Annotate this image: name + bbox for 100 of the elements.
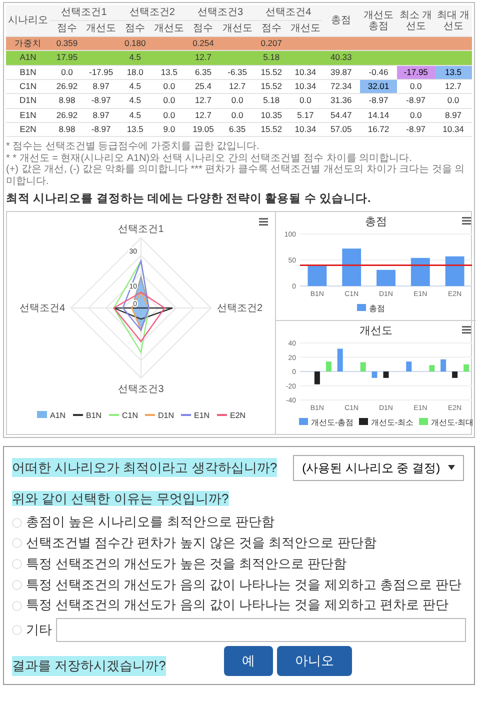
- radio-button[interactable]: [12, 518, 22, 528]
- table-cell: 16.72: [360, 122, 398, 137]
- table-cell: 가중치: [6, 36, 50, 51]
- table-cell: 12.7: [434, 80, 472, 94]
- table-cell: 8.97: [84, 80, 118, 94]
- table-cell: 5.18: [254, 94, 288, 108]
- table-cell: 4.5: [118, 94, 152, 108]
- radio-button[interactable]: [12, 538, 22, 548]
- table-cell: 0.0: [152, 80, 186, 94]
- table-cell: 0.0: [152, 94, 186, 108]
- table-cell: 0.0: [220, 108, 254, 123]
- axis-label: 선택조건3: [118, 384, 164, 395]
- table-cell: 8.98: [50, 122, 84, 137]
- table-cell: 10.34: [288, 80, 322, 94]
- table-cell: B1N: [6, 65, 50, 80]
- table-cell: 15.52: [254, 65, 288, 80]
- table-cell: 12.7: [186, 108, 220, 123]
- caret-icon: [448, 465, 456, 470]
- column-header: 선택조건3: [186, 5, 254, 20]
- table-cell: 13.5: [118, 122, 152, 137]
- chart-label: C1N: [122, 410, 138, 420]
- axis-label: 선택조건1: [118, 224, 164, 235]
- table-cell: 0.0: [152, 108, 186, 123]
- chart-label: E1N: [194, 410, 210, 420]
- table-cell: 0.0: [288, 94, 322, 108]
- axis-label: 선택조건2: [217, 302, 263, 314]
- table-cell: 54.47: [322, 108, 360, 123]
- dropdown[interactable]: (사용된 시나리오 중 결정): [293, 454, 464, 481]
- table-cell: 4.5: [118, 50, 152, 66]
- action-button[interactable]: 아니오: [276, 646, 352, 676]
- table-cell: -8.97: [84, 122, 118, 137]
- column-header: 선택조건4: [254, 5, 322, 20]
- question-text: 어떠한 시나리오가 최적이라고 생각하십니까?: [12, 458, 278, 478]
- table-cell: -6.35: [220, 65, 254, 80]
- question-text: 위와 같이 선택한 이유는 무엇입니까?: [12, 490, 229, 506]
- table-cell: 0.0: [397, 80, 435, 94]
- column-header: 선택조건1: [50, 5, 118, 20]
- table-cell: -8.97: [397, 122, 435, 137]
- text-field[interactable]: [56, 618, 466, 642]
- table-cell: 10.34: [288, 65, 322, 80]
- action-button[interactable]: 예: [224, 646, 273, 676]
- table-cell: C1N: [6, 80, 50, 94]
- table-cell: 5.18: [254, 50, 288, 66]
- radio-button[interactable]: [12, 625, 22, 636]
- column-header: 점수: [186, 20, 220, 36]
- chart-title: 개선도: [360, 324, 392, 337]
- column-header: 점수: [50, 20, 84, 36]
- table-cell: -17.95: [84, 65, 118, 80]
- table-cell: 15.52: [254, 80, 288, 94]
- table-cell: 25.4: [186, 80, 220, 94]
- column-header: 개선도: [220, 20, 254, 36]
- menu-icon: [462, 216, 471, 224]
- table-cell: 0.0: [50, 65, 84, 80]
- footnote: (+) 값은 개선, (-) 값은 악화를 의미합니다 *** 편차가 클수록 선택조건별 개선도의 차이가 크다는 것을 의미합니다.: [6, 164, 466, 188]
- table-cell: 4.5: [118, 80, 152, 94]
- table-cell: 9.0: [152, 122, 186, 137]
- radio-button[interactable]: [12, 600, 22, 611]
- option-label: 기타: [26, 620, 52, 639]
- table-cell: -17.95: [397, 65, 435, 80]
- table-cell: E2N: [6, 122, 50, 137]
- axis-label: 선택조건4: [19, 302, 65, 314]
- column-header: 최소 개선도: [397, 5, 435, 36]
- table-cell: 6.35: [186, 65, 220, 80]
- table-cell: 26.92: [50, 80, 84, 94]
- radio-button[interactable]: [12, 580, 22, 590]
- table-cell: A1N: [6, 50, 50, 66]
- table-cell: 0.359: [50, 36, 84, 51]
- table-cell: D1N: [6, 94, 50, 108]
- footnote: * * 개선도 = 현재(시나리오 A1N)와 선택 시나리오 간의 선택조건별 점수 차이를 의미합니다.: [6, 152, 413, 164]
- radio-button[interactable]: [12, 559, 22, 570]
- option-label: 특정 선택조건의 개선도가 음의 값이 나타나는 것을 제외하고 총점으로 판단: [26, 576, 462, 594]
- column-header: 개선도: [84, 20, 118, 36]
- column-header: 개선도: [152, 20, 186, 36]
- table-cell: 14.14: [360, 108, 398, 123]
- table-cell: 0.0: [220, 94, 254, 108]
- column-header: 선택조건2: [118, 5, 186, 20]
- chart-label: 총점: [369, 304, 385, 313]
- chart-label: 개선도-최대: [431, 418, 474, 427]
- menu-icon: [462, 326, 471, 334]
- table-cell: -8.97: [360, 94, 398, 108]
- table-cell: 32.01: [360, 80, 398, 94]
- table-cell: 0.0: [397, 108, 435, 123]
- table-cell: 4.5: [118, 108, 152, 123]
- chart-label: A1N: [50, 410, 66, 420]
- table-cell: 0.207: [254, 36, 288, 51]
- table-cell: 57.05: [322, 122, 360, 137]
- menu-icon: [259, 218, 268, 226]
- table-cell: 13.5: [434, 65, 472, 80]
- option-label: 특정 선택조건의 개선도가 음의 값이 나타나는 것을 제외하고 편차로 판단: [26, 596, 449, 614]
- table-cell: E1N: [6, 108, 50, 123]
- column-header: 최대 개선도: [434, 5, 472, 36]
- chart-label: 개선도-최소: [371, 418, 414, 427]
- chart-label: 개선도-총점: [311, 418, 354, 427]
- column-header: 총점: [322, 5, 360, 36]
- table-cell: 8.98: [50, 94, 84, 108]
- chart-label: D1N: [158, 410, 174, 420]
- table-cell: 31.36: [322, 94, 360, 108]
- footnote: * 점수는 선택조건별 등급점수에 가중치를 곱한 값입니다.: [6, 141, 260, 153]
- column-header: 시나리오: [6, 5, 50, 36]
- table-cell: 10.34: [288, 122, 322, 137]
